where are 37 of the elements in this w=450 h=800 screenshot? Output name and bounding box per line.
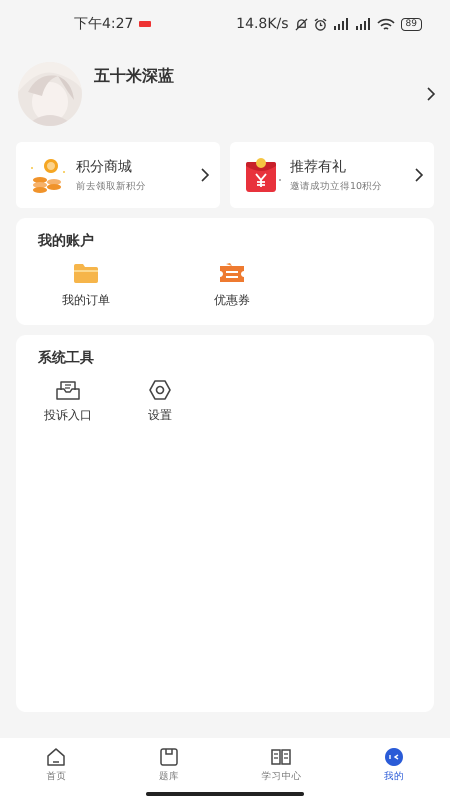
home-icon <box>46 747 66 767</box>
inbox-icon <box>55 379 81 401</box>
menu-item[interactable]: 优惠券 <box>184 262 280 309</box>
tab[interactable]: 学习中心 <box>225 738 338 792</box>
section-title: 系统工具 <box>38 349 95 367</box>
network-speed: 14.8K/s <box>236 16 289 32</box>
clock-time: 下午4:27 <box>74 15 134 33</box>
chevron-right-icon <box>414 168 424 182</box>
menu-item[interactable]: 设置 <box>130 379 190 424</box>
settings-icon <box>147 379 173 401</box>
tab[interactable]: 我的 <box>338 738 450 792</box>
folder-icon <box>73 262 99 284</box>
book-icon <box>271 747 292 767</box>
tab[interactable]: 题库 <box>112 738 225 792</box>
alarm-icon <box>314 18 327 30</box>
promo-title: 积分商城 <box>76 158 133 176</box>
signal-icon <box>354 18 371 30</box>
wifi-icon <box>376 18 395 30</box>
promo-subtitle: 前去领取新积分 <box>76 180 147 192</box>
profile-icon <box>384 747 404 767</box>
battery-level: 89 <box>400 18 422 30</box>
tab[interactable]: 首页 <box>0 738 112 792</box>
ticket-icon <box>219 262 245 284</box>
chevron-right-icon <box>200 168 210 182</box>
promo-title: 推荐有礼 <box>290 158 347 176</box>
promo-card[interactable]: 推荐有礼 邀请成功立得10积分 <box>230 142 434 208</box>
recording-icon <box>139 21 152 27</box>
menu-item[interactable]: 我的订单 <box>38 262 134 309</box>
section-title: 我的账户 <box>38 232 95 250</box>
box-icon <box>158 747 179 767</box>
mute-bell-icon <box>294 18 308 30</box>
user-name: 五十米深蓝 <box>94 66 175 87</box>
menu-item[interactable]: 投诉入口 <box>38 379 98 424</box>
promo-subtitle: 邀请成功立得10积分 <box>290 180 384 192</box>
chevron-right-icon <box>426 87 436 101</box>
signal-icon <box>332 18 349 30</box>
promo-card[interactable]: 积分商城 前去领取新积分 <box>16 142 220 208</box>
